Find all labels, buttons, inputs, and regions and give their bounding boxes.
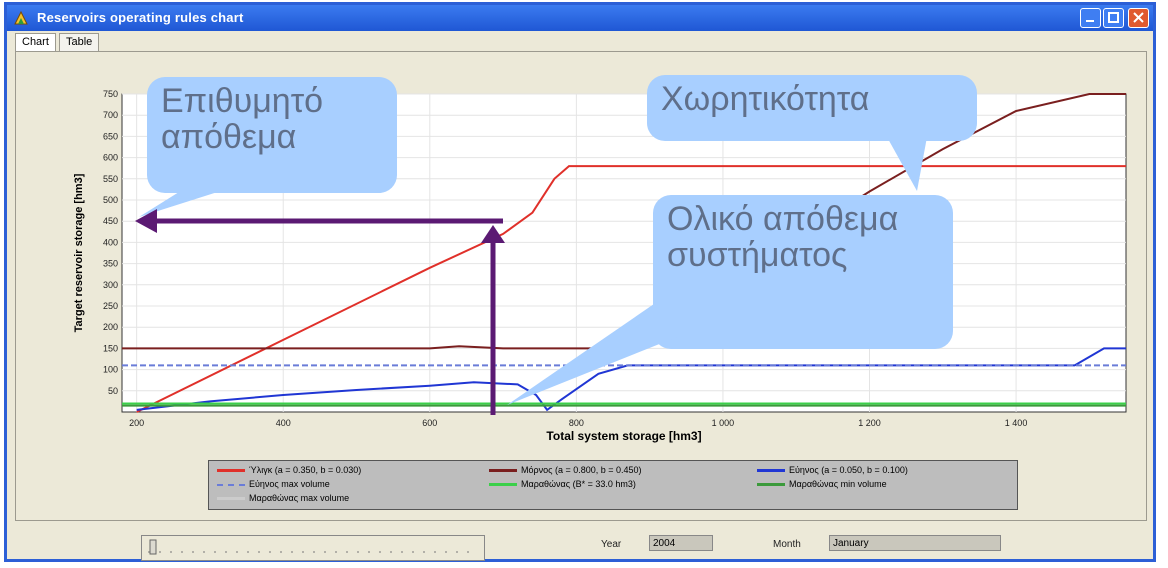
minimize-button[interactable] <box>1080 8 1101 28</box>
y-tick-label: 600 <box>103 153 118 163</box>
close-icon <box>1133 12 1144 23</box>
maximize-icon <box>1108 12 1119 23</box>
year-field[interactable]: 2004 <box>649 535 713 551</box>
x-tick-label: 200 <box>129 418 144 428</box>
month-label: Month <box>773 539 801 550</box>
x-tick-label: 800 <box>569 418 584 428</box>
app-window: Reservoirs operating rules chart Chart T… <box>4 2 1156 562</box>
legend-item: Ύλιγκ (a = 0.350, b = 0.030) <box>217 465 361 475</box>
x-tick-label: 1 000 <box>712 418 735 428</box>
y-tick-label: 250 <box>103 301 118 311</box>
y-tick-label: 100 <box>103 365 118 375</box>
close-button[interactable] <box>1128 8 1149 28</box>
tab-chart[interactable]: Chart <box>15 33 56 52</box>
minimize-icon <box>1086 20 1094 22</box>
x-tick-label: 1 400 <box>1005 418 1028 428</box>
y-tick-label: 50 <box>108 386 118 396</box>
callout-text: Επιθυμητό απόθεμα <box>161 82 324 156</box>
y-tick-label: 500 <box>103 195 118 205</box>
month-slider[interactable] <box>141 535 485 561</box>
slider-track <box>148 539 472 555</box>
legend-label: Εύηνος (a = 0.050, b = 0.100) <box>789 465 908 475</box>
x-axis-label: Total system storage [hm3] <box>546 429 701 443</box>
legend-item: Μαραθώνας min volume <box>757 479 887 489</box>
y-tick-label: 150 <box>103 343 118 353</box>
y-tick-label: 400 <box>103 237 118 247</box>
legend-label: Εύηνος max volume <box>249 479 330 489</box>
window-title: Reservoirs operating rules chart <box>37 10 244 25</box>
legend-label: Μαραθώνας max volume <box>249 493 350 503</box>
legend-item: Μαραθώνας (B* = 33.0 hm3) <box>489 479 636 489</box>
legend-item: Εύηνος (a = 0.050, b = 0.100) <box>757 465 908 475</box>
x-tick-label: 400 <box>276 418 291 428</box>
x-tick-label: 1 200 <box>858 418 881 428</box>
y-tick-label: 350 <box>103 259 118 269</box>
legend-label: Μαραθώνας (B* = 33.0 hm3) <box>521 479 636 489</box>
app-icon <box>14 10 28 25</box>
y-axis-label: Target reservoir storage [hm3] <box>73 173 85 332</box>
y-tick-label: 550 <box>103 174 118 184</box>
maximize-button[interactable] <box>1103 8 1124 28</box>
legend-label: Μόρνος (a = 0.800, b = 0.450) <box>521 465 642 475</box>
month-field[interactable]: January <box>829 535 1001 551</box>
year-label: Year <box>601 539 622 550</box>
title-bar[interactable]: Reservoirs operating rules chart <box>7 5 1153 31</box>
callout-total-system-storage: Ολικό απόθεμα συστήματος <box>653 195 953 349</box>
y-tick-label: 650 <box>103 131 118 141</box>
legend-label: Μαραθώνας min volume <box>789 479 887 489</box>
tab-table[interactable]: Table <box>59 33 100 51</box>
legend-item: Μαραθώνας max volume <box>217 493 349 503</box>
legend-label: Ύλιγκ (a = 0.350, b = 0.030) <box>249 465 362 475</box>
callout-capacity: Χωρητικότητα <box>647 75 977 141</box>
y-tick-label: 450 <box>103 216 118 226</box>
x-tick-label: 600 <box>422 418 437 428</box>
callout-text: Ολικό απόθεμα συστήματος <box>667 200 899 274</box>
status-panel: Year 2004 Month January <box>15 523 1145 561</box>
y-tick-label: 300 <box>103 280 118 290</box>
callout-text: Χωρητικότητα <box>661 80 870 118</box>
y-tick-label: 200 <box>103 322 118 332</box>
callout-desired-storage: Επιθυμητό απόθεμα <box>147 77 397 193</box>
legend-item: Εύηνος max volume <box>217 479 330 489</box>
y-tick-label: 700 <box>103 110 118 120</box>
legend-item: Μόρνος (a = 0.800, b = 0.450) <box>489 465 642 475</box>
chart-legend: Ύλιγκ (a = 0.350, b = 0.030) Μόρνος (a =… <box>208 460 1018 510</box>
y-tick-label: 750 <box>103 89 118 99</box>
